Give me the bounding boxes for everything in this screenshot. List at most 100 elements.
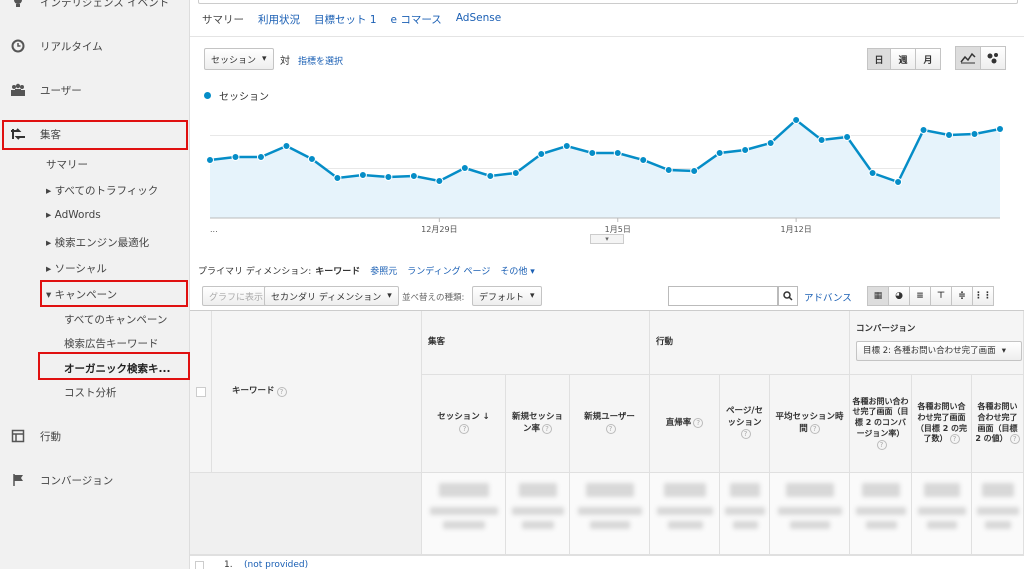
header-new-users[interactable]: 新規ユーザー? bbox=[570, 375, 650, 473]
header-avg-session-duration[interactable]: 平均セッション時間? bbox=[770, 375, 850, 473]
header-pages-per-session[interactable]: ページ/セッション? bbox=[720, 375, 770, 473]
sort-type-value: デフォルト bbox=[479, 292, 525, 303]
help-icon[interactable]: ? bbox=[949, 434, 960, 445]
sort-type-select[interactable]: デフォルト ▾ bbox=[472, 286, 542, 306]
sidebar-item-behavior[interactable]: 行動 bbox=[10, 428, 61, 444]
sidebar-item-users[interactable]: ユーザー bbox=[10, 82, 82, 98]
sidebar-item-conversions[interactable]: コンバージョン bbox=[10, 472, 113, 488]
select-all-cell bbox=[190, 311, 212, 473]
nav-paid-keywords[interactable]: 検索広告キーワード bbox=[64, 336, 159, 351]
advanced-link[interactable]: アドバンス bbox=[804, 290, 852, 304]
sessions-chart: ... 12月29日 1月5日 1月12日 bbox=[206, 116, 1004, 234]
dimension-source-link[interactable]: 参照元 bbox=[370, 264, 397, 277]
tab-adsense[interactable]: AdSense bbox=[456, 12, 501, 27]
period-week-button[interactable]: 週 bbox=[890, 48, 916, 70]
blurred-value bbox=[924, 483, 960, 497]
period-day-button[interactable]: 日 bbox=[867, 48, 891, 70]
data-point bbox=[690, 167, 699, 175]
pivot-view-icon[interactable]: ⋮⋮ bbox=[972, 286, 994, 306]
blurred-value bbox=[518, 483, 558, 497]
secondary-dimension-select[interactable]: セカンダリ ディメンション ▾ bbox=[264, 286, 399, 306]
help-icon[interactable]: ? bbox=[276, 386, 287, 397]
select-all-checkbox[interactable] bbox=[195, 386, 206, 397]
header-bounce-rate[interactable]: 直帰率? bbox=[650, 375, 720, 473]
table-row[interactable]: 1. (not provided) bbox=[190, 555, 1024, 569]
help-icon[interactable]: ? bbox=[605, 423, 616, 434]
nav-all-traffic[interactable]: ▸ すべてのトラフィック bbox=[46, 183, 158, 198]
data-point bbox=[486, 172, 495, 180]
dimension-landing-link[interactable]: ランディング ページ bbox=[407, 264, 490, 277]
blurred-value bbox=[578, 507, 642, 515]
main-panel: サマリー 利用状況 目標セット 1 e コマース AdSense セッション ▾ … bbox=[190, 0, 1024, 569]
help-icon[interactable]: ? bbox=[876, 439, 887, 450]
keyword-header[interactable]: キーワード? bbox=[212, 311, 422, 473]
x-tick-label: 1月5日 bbox=[605, 225, 631, 234]
nav-seo[interactable]: ▸ 検索エンジン最適化 bbox=[46, 235, 149, 250]
row-checkbox[interactable] bbox=[195, 561, 204, 569]
pick-metric-link[interactable]: 指標を選択 bbox=[298, 54, 343, 67]
chevron-down-icon: ▾ bbox=[1001, 345, 1006, 356]
chevron-down-icon: ▾ bbox=[530, 291, 535, 301]
dimension-other-link[interactable]: その他 ▾ bbox=[500, 264, 534, 277]
term-cloud-icon[interactable]: ≑ bbox=[951, 286, 973, 306]
data-point bbox=[333, 174, 342, 182]
motion-chart-icon[interactable] bbox=[980, 46, 1006, 70]
tab-usage[interactable]: 利用状況 bbox=[258, 12, 300, 27]
nav-social[interactable]: ▸ ソーシャル bbox=[46, 261, 107, 276]
nav-adwords[interactable]: ▸ AdWords bbox=[46, 209, 101, 221]
dimension-keyword: キーワード bbox=[315, 267, 361, 277]
header-goal2-completions[interactable]: 各種お問い合わせ完了画面（目標 2 の完了数）? bbox=[912, 375, 972, 473]
data-point bbox=[945, 131, 954, 139]
behavior-icon bbox=[10, 428, 26, 444]
blurred-value bbox=[667, 521, 703, 529]
period-month-button[interactable]: 月 bbox=[915, 48, 941, 70]
top-input[interactable] bbox=[198, 0, 1018, 4]
nav-acq-summary[interactable]: サマリー bbox=[46, 157, 88, 172]
header-sessions[interactable]: セッション ↓? bbox=[422, 375, 506, 473]
chart-collapse-handle[interactable]: ▾ bbox=[590, 234, 624, 244]
line-chart-icon[interactable] bbox=[955, 46, 981, 70]
nav-all-campaigns[interactable]: すべてのキャンペーン bbox=[64, 312, 167, 327]
help-icon[interactable]: ? bbox=[459, 423, 470, 434]
help-icon[interactable]: ? bbox=[693, 417, 704, 428]
sidebar-item-intelligence[interactable]: インテリジェンス イベント bbox=[10, 0, 169, 10]
header-goal2-conv-rate-label: 各種お問い合わせ完了画面（目標 2 のコンバージョン率） bbox=[852, 396, 909, 438]
blurred-value bbox=[778, 507, 842, 515]
tab-goal-set[interactable]: 目標セット 1 bbox=[314, 12, 377, 27]
search-icon[interactable] bbox=[778, 286, 798, 306]
sidebar-item-label: コンバージョン bbox=[40, 474, 114, 487]
sidebar-item-realtime[interactable]: リアルタイム bbox=[10, 38, 103, 54]
blurred-value bbox=[512, 507, 564, 515]
row-keyword-link[interactable]: (not provided) bbox=[244, 560, 308, 569]
primary-dimension-label: プライマリ ディメンション: bbox=[198, 267, 312, 277]
data-table: キーワード? 集客 行動 コンバージョン 目標 2: 各種お問い合わせ完了画面 ▾… bbox=[190, 310, 1024, 569]
tab-summary[interactable]: サマリー bbox=[202, 12, 244, 27]
data-point bbox=[664, 166, 673, 174]
header-goal2-conv-rate[interactable]: 各種お問い合わせ完了画面（目標 2 のコンバージョン率）? bbox=[850, 375, 912, 473]
help-icon[interactable]: ? bbox=[809, 423, 820, 434]
help-icon[interactable]: ? bbox=[740, 429, 751, 440]
goal-select[interactable]: 目標 2: 各種お問い合わせ完了画面 ▾ bbox=[856, 341, 1022, 362]
data-point bbox=[715, 149, 724, 157]
group-behavior: 行動 bbox=[650, 311, 850, 375]
help-icon[interactable]: ? bbox=[542, 423, 552, 434]
comparison-view-icon[interactable]: ⊤ bbox=[930, 286, 952, 306]
table-view-icon[interactable]: ▦ bbox=[867, 286, 889, 306]
clock-icon bbox=[10, 38, 26, 54]
metric-select[interactable]: セッション ▾ bbox=[204, 48, 274, 70]
row-index: 1. bbox=[224, 560, 233, 569]
header-goal2-value[interactable]: 各種お問い合わせ完了画面（目標 2 の値）? bbox=[972, 375, 1024, 473]
plot-rows-button[interactable]: グラフに表示 bbox=[202, 286, 271, 306]
blurred-value bbox=[522, 521, 554, 529]
performance-view-icon[interactable]: ≡ bbox=[909, 286, 931, 306]
table-search-input[interactable] bbox=[668, 286, 778, 306]
nav-cost-analysis[interactable]: コスト分析 bbox=[64, 385, 117, 400]
tab-ecommerce[interactable]: e コマース bbox=[391, 12, 442, 27]
totals-row-label bbox=[190, 473, 422, 555]
help-icon[interactable]: ? bbox=[1009, 434, 1020, 445]
pie-view-icon[interactable]: ◕ bbox=[888, 286, 910, 306]
data-point bbox=[792, 116, 801, 124]
data-point bbox=[537, 150, 546, 158]
legend-dot bbox=[204, 92, 211, 99]
header-new-session-rate[interactable]: 新規セッション率? bbox=[506, 375, 570, 473]
